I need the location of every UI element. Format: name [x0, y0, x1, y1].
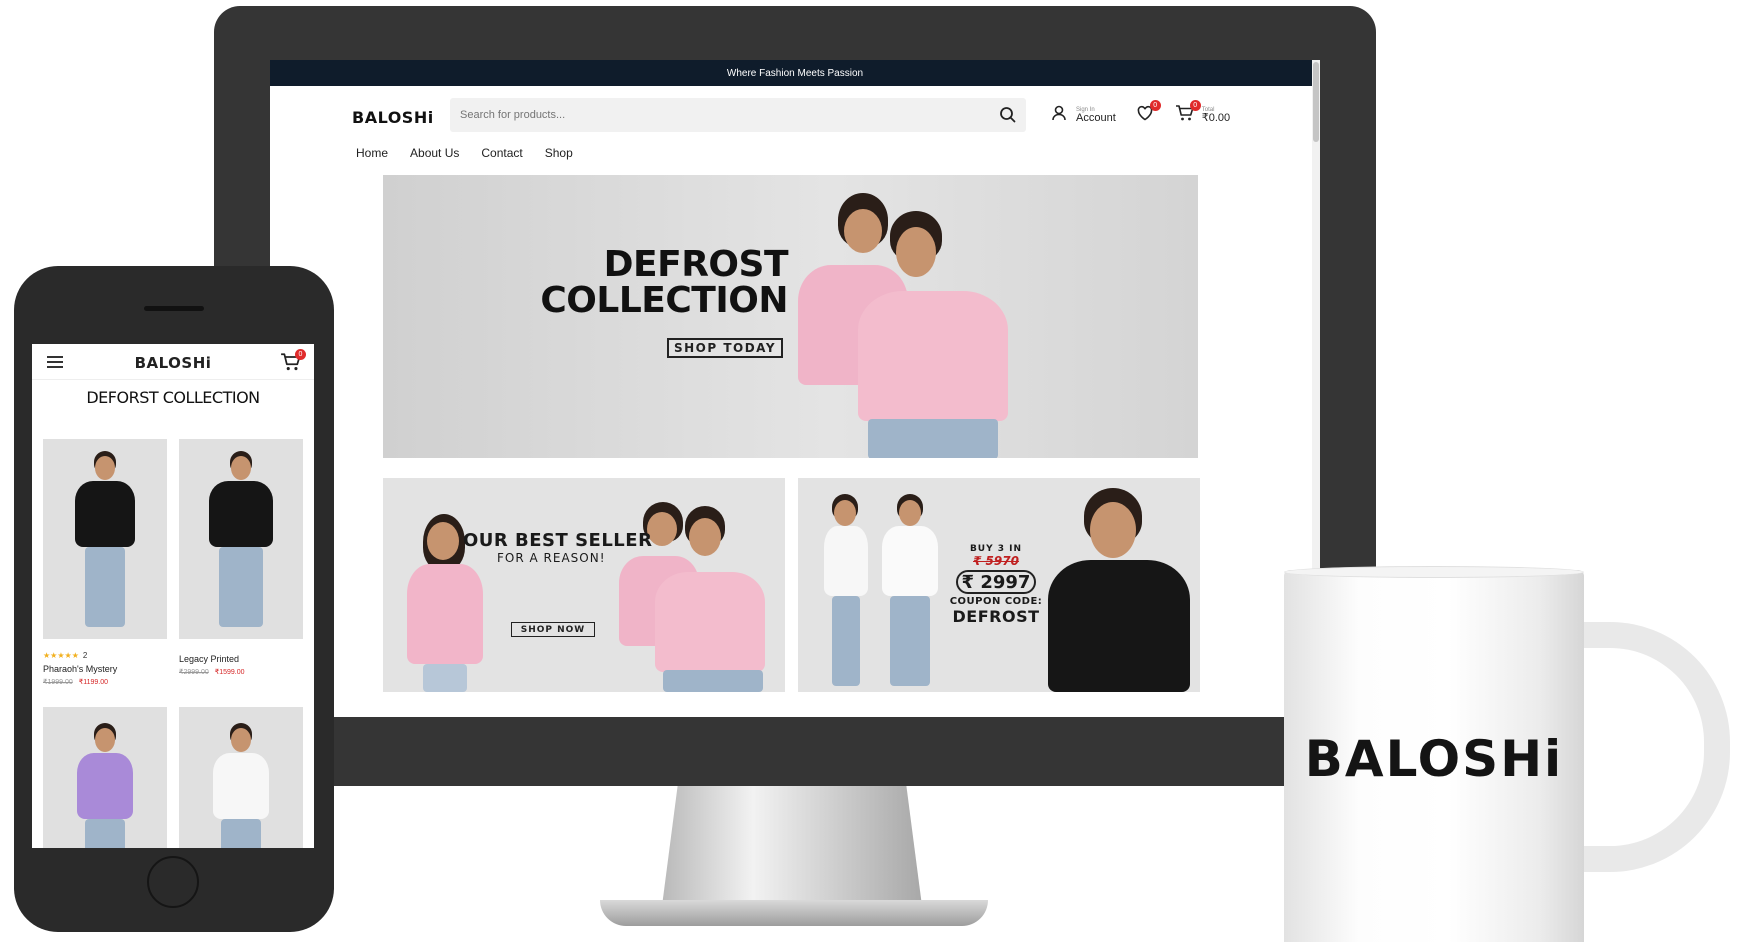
- search-icon[interactable]: [998, 105, 1018, 125]
- shop-now-button[interactable]: SHOP NOW: [511, 622, 595, 637]
- review-count: 2: [82, 651, 88, 660]
- mobile-cart-button[interactable]: 0: [280, 349, 306, 376]
- coupon-offer: BUY 3 IN ₹ 5970 ₹ 2997 COUPON CODE: DEFR…: [948, 544, 1044, 626]
- main-nav: Home About Us Contact Shop: [356, 146, 573, 160]
- mug-handle: [1560, 622, 1730, 872]
- product-rating: ★★★★★ 2: [43, 651, 167, 660]
- coupon-code: DEFROST: [952, 607, 1040, 626]
- cart-button[interactable]: 0 Total ₹0.00: [1174, 100, 1230, 126]
- search-input[interactable]: [460, 106, 960, 124]
- product-card[interactable]: ★★★★★ 2 Pharaoh's Mystery ₹1999.00 ₹1199.0…: [43, 439, 167, 686]
- site-header: BALOSHi Sign In Account 0: [270, 86, 1320, 146]
- hero-banner[interactable]: DEFROST COLLECTION SHOP TODAY: [383, 175, 1198, 458]
- product-model: [209, 451, 273, 631]
- offer-buy-label: BUY 3 IN: [969, 544, 1023, 554]
- monitor-stand-base: [600, 900, 988, 926]
- account-text: Sign In Account: [1076, 107, 1116, 124]
- mobile-collection-title: DEFORST COLLECTION: [86, 388, 260, 407]
- offer-price: ₹ 2997: [956, 570, 1036, 594]
- product-model: [77, 723, 133, 848]
- mug-rim: [1284, 566, 1584, 578]
- product-name[interactable]: Pharaoh's Mystery: [43, 664, 167, 674]
- scrollbar-thumb[interactable]: [1313, 62, 1319, 142]
- hero-title: DEFROST COLLECTION: [540, 247, 788, 319]
- nav-shop[interactable]: Shop: [545, 146, 573, 160]
- phone-speaker: [144, 306, 204, 311]
- product-sale-price: ₹1199.00: [78, 679, 109, 686]
- header-actions: Sign In Account 0 0 Total ₹0.00: [1050, 98, 1230, 132]
- product-model: [75, 451, 135, 631]
- mobile-screen: BALOSHi 0 DEFORST COLLECTION ★★★★★ 2 Pha…: [32, 344, 314, 848]
- cart-total: Total ₹0.00: [1202, 107, 1230, 124]
- product-image[interactable]: [179, 707, 303, 848]
- nav-home[interactable]: Home: [356, 146, 388, 160]
- announcement-text: Where Fashion Meets Passion: [726, 67, 864, 79]
- offer-model-black-tee: [1044, 488, 1194, 692]
- hero-title-line2: COLLECTION: [540, 280, 788, 321]
- desktop-screen: Where Fashion Meets Passion BALOSHi Sign…: [270, 60, 1320, 717]
- account-label: Account: [1076, 111, 1116, 124]
- shop-today-button[interactable]: SHOP TODAY: [667, 338, 783, 358]
- search-bar: [450, 98, 1026, 132]
- coupon-offer-banner[interactable]: BUY 3 IN ₹ 5970 ₹ 2997 COUPON CODE: DEFR…: [798, 478, 1200, 692]
- monitor-stand: [662, 786, 922, 906]
- coupon-label: COUPON CODE:: [949, 596, 1043, 607]
- product-old-price: ₹1999.00: [43, 679, 73, 686]
- product-prices: ₹1999.00 ₹1199.00: [43, 678, 167, 686]
- best-seller-banner[interactable]: OUR BEST SELLER FOR A REASON! SHOP NOW: [383, 478, 785, 692]
- cart-icon-wrap: 0: [1174, 100, 1201, 126]
- nav-about-us[interactable]: About Us: [410, 146, 459, 160]
- account-link[interactable]: Sign In Account: [1050, 104, 1116, 127]
- best-seller-title: OUR BEST SELLER: [463, 530, 653, 551]
- product-image[interactable]: [43, 439, 167, 639]
- mobile-header: BALOSHi 0: [32, 344, 314, 380]
- product-model: [213, 723, 269, 848]
- wishlist-button[interactable]: 0: [1134, 100, 1161, 126]
- phone-home-button: [147, 856, 199, 908]
- offer-old-price: ₹ 5970: [973, 554, 1019, 568]
- product-prices: ₹2999.00 ₹1599.00: [179, 668, 303, 676]
- wishlist-count-badge: 0: [1149, 100, 1161, 111]
- product-image[interactable]: [43, 707, 167, 848]
- mobile-phone: BALOSHi 0 DEFORST COLLECTION ★★★★★ 2 Pha…: [14, 266, 334, 932]
- offer-model-side: [824, 494, 868, 692]
- nav-contact[interactable]: Contact: [481, 146, 522, 160]
- hero-model-image: [798, 193, 1028, 458]
- cart-icon: [280, 353, 302, 376]
- best-seller-subtitle: FOR A REASON!: [497, 551, 606, 565]
- rating-stars: ★★★★★: [43, 651, 79, 660]
- user-icon: [1050, 104, 1068, 127]
- product-card[interactable]: [43, 707, 167, 848]
- mug-logo: BALOSHi: [1304, 730, 1564, 788]
- mobile-logo[interactable]: BALOSHi: [32, 354, 314, 372]
- product-image[interactable]: [179, 439, 303, 639]
- hero-title-line1: DEFROST: [603, 244, 789, 285]
- product-card[interactable]: [179, 707, 303, 848]
- offer-model-front: [880, 494, 940, 692]
- site-logo[interactable]: BALOSHi: [352, 108, 434, 127]
- product-name[interactable]: Legacy Printed: [179, 654, 303, 664]
- product-old-price: ₹2999.00: [179, 669, 209, 676]
- announcement-bar: Where Fashion Meets Passion: [270, 60, 1320, 86]
- product-card[interactable]: Legacy Printed ₹2999.00 ₹1599.00: [179, 439, 303, 676]
- mobile-cart-count-badge: 0: [295, 349, 306, 360]
- cart-count-badge: 0: [1189, 100, 1201, 111]
- cart-total-value: ₹0.00: [1201, 111, 1231, 124]
- product-sale-price: ₹1599.00: [214, 669, 245, 676]
